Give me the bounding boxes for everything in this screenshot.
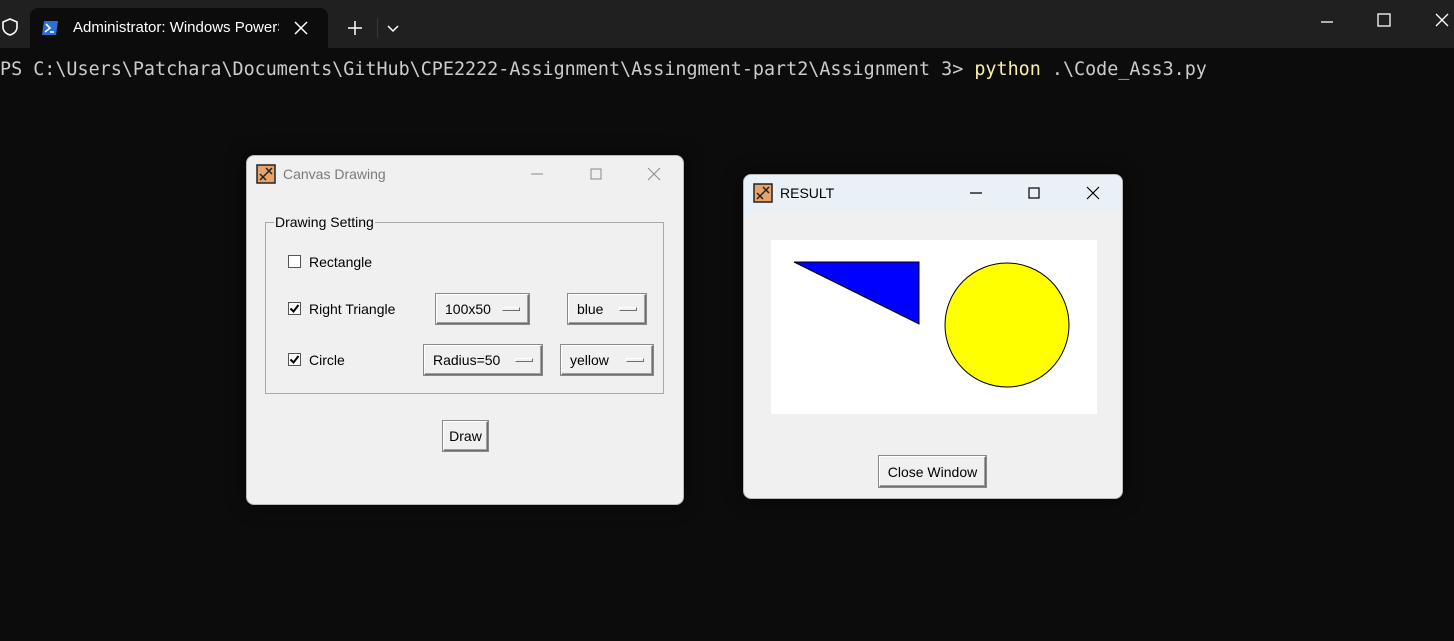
minimize-icon[interactable] [1317, 10, 1337, 30]
tab-title: Administrator: Windows PowerShell [73, 19, 279, 36]
terminal-argument: .\Code_Ass3.py [1040, 59, 1207, 80]
circle-color-value: yellow [570, 352, 609, 368]
window-close-icon[interactable] [646, 166, 662, 182]
result-canvas [771, 240, 1097, 414]
triangle-color-menu[interactable]: blue [568, 294, 646, 324]
plus-icon[interactable] [345, 18, 365, 38]
terminal-prompt: PS C:\Users\Patchara\Documents\GitHub\CP… [0, 59, 975, 80]
circle-size-menu[interactable]: Radius=50 [424, 345, 542, 375]
close-window-button[interactable]: Close Window [879, 456, 986, 487]
option-indicator-icon [515, 358, 533, 362]
canvas-drawing-titlebar[interactable]: Canvas Drawing [247, 156, 683, 192]
draw-button[interactable]: Draw [443, 421, 488, 451]
frame-label: Drawing Setting [274, 214, 375, 230]
right-triangle-checkbox[interactable] [288, 302, 301, 315]
minimize-icon[interactable] [968, 185, 984, 201]
right-triangle-label: Right Triangle [309, 301, 396, 317]
circle-color-menu[interactable]: yellow [561, 345, 653, 375]
tk-feather-icon [753, 183, 773, 203]
rectangle-checkbox[interactable] [288, 255, 301, 268]
circle-label: Circle [309, 352, 345, 368]
canvas-drawing-window: Canvas Drawing Drawing Setting Rectangle… [246, 155, 684, 505]
maximize-icon[interactable] [1026, 185, 1042, 201]
terminal-tab[interactable]: Administrator: Windows PowerShell [30, 8, 328, 48]
circle-checkbox[interactable] [288, 353, 301, 366]
right-triangle-shape [793, 261, 920, 325]
minimize-icon[interactable] [529, 166, 545, 182]
shield-icon [2, 18, 18, 36]
powershell-icon [42, 21, 58, 35]
circle-size-value: Radius=50 [433, 352, 501, 368]
triangle-size-value: 100x50 [445, 301, 491, 317]
chevron-down-icon[interactable] [385, 20, 401, 36]
option-indicator-icon [502, 307, 520, 311]
option-indicator-icon [619, 307, 637, 311]
terminal-command: python [974, 59, 1041, 80]
triangle-color-value: blue [577, 301, 604, 317]
window-title: Canvas Drawing [283, 166, 386, 182]
maximize-icon[interactable] [588, 166, 604, 182]
window-close-icon[interactable] [1085, 185, 1101, 201]
terminal-command-line: PS C:\Users\Patchara\Documents\GitHub\CP… [0, 57, 1207, 83]
close-icon[interactable] [292, 19, 310, 37]
tk-feather-icon [256, 164, 276, 184]
window-close-icon[interactable] [1432, 10, 1452, 30]
result-titlebar[interactable]: RESULT [744, 175, 1122, 213]
option-indicator-icon [626, 358, 644, 362]
tab-separator [377, 18, 378, 38]
terminal-tab-bar: Administrator: Windows PowerShell [0, 0, 1454, 48]
window-title: RESULT [780, 185, 835, 201]
triangle-size-menu[interactable]: 100x50 [436, 294, 529, 324]
result-window: RESULT Close Window [743, 174, 1123, 499]
maximize-icon[interactable] [1374, 10, 1394, 30]
check-icon [289, 304, 300, 314]
rectangle-label: Rectangle [309, 254, 373, 270]
circle-shape [944, 262, 1070, 388]
check-icon [289, 355, 300, 365]
